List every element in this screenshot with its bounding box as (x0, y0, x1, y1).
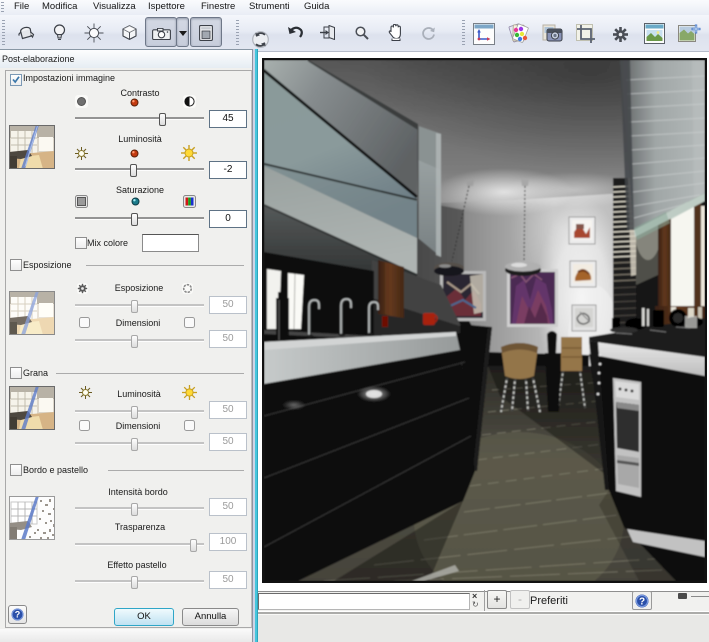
svg-text:?: ? (15, 610, 21, 620)
svg-text:?: ? (639, 597, 645, 608)
